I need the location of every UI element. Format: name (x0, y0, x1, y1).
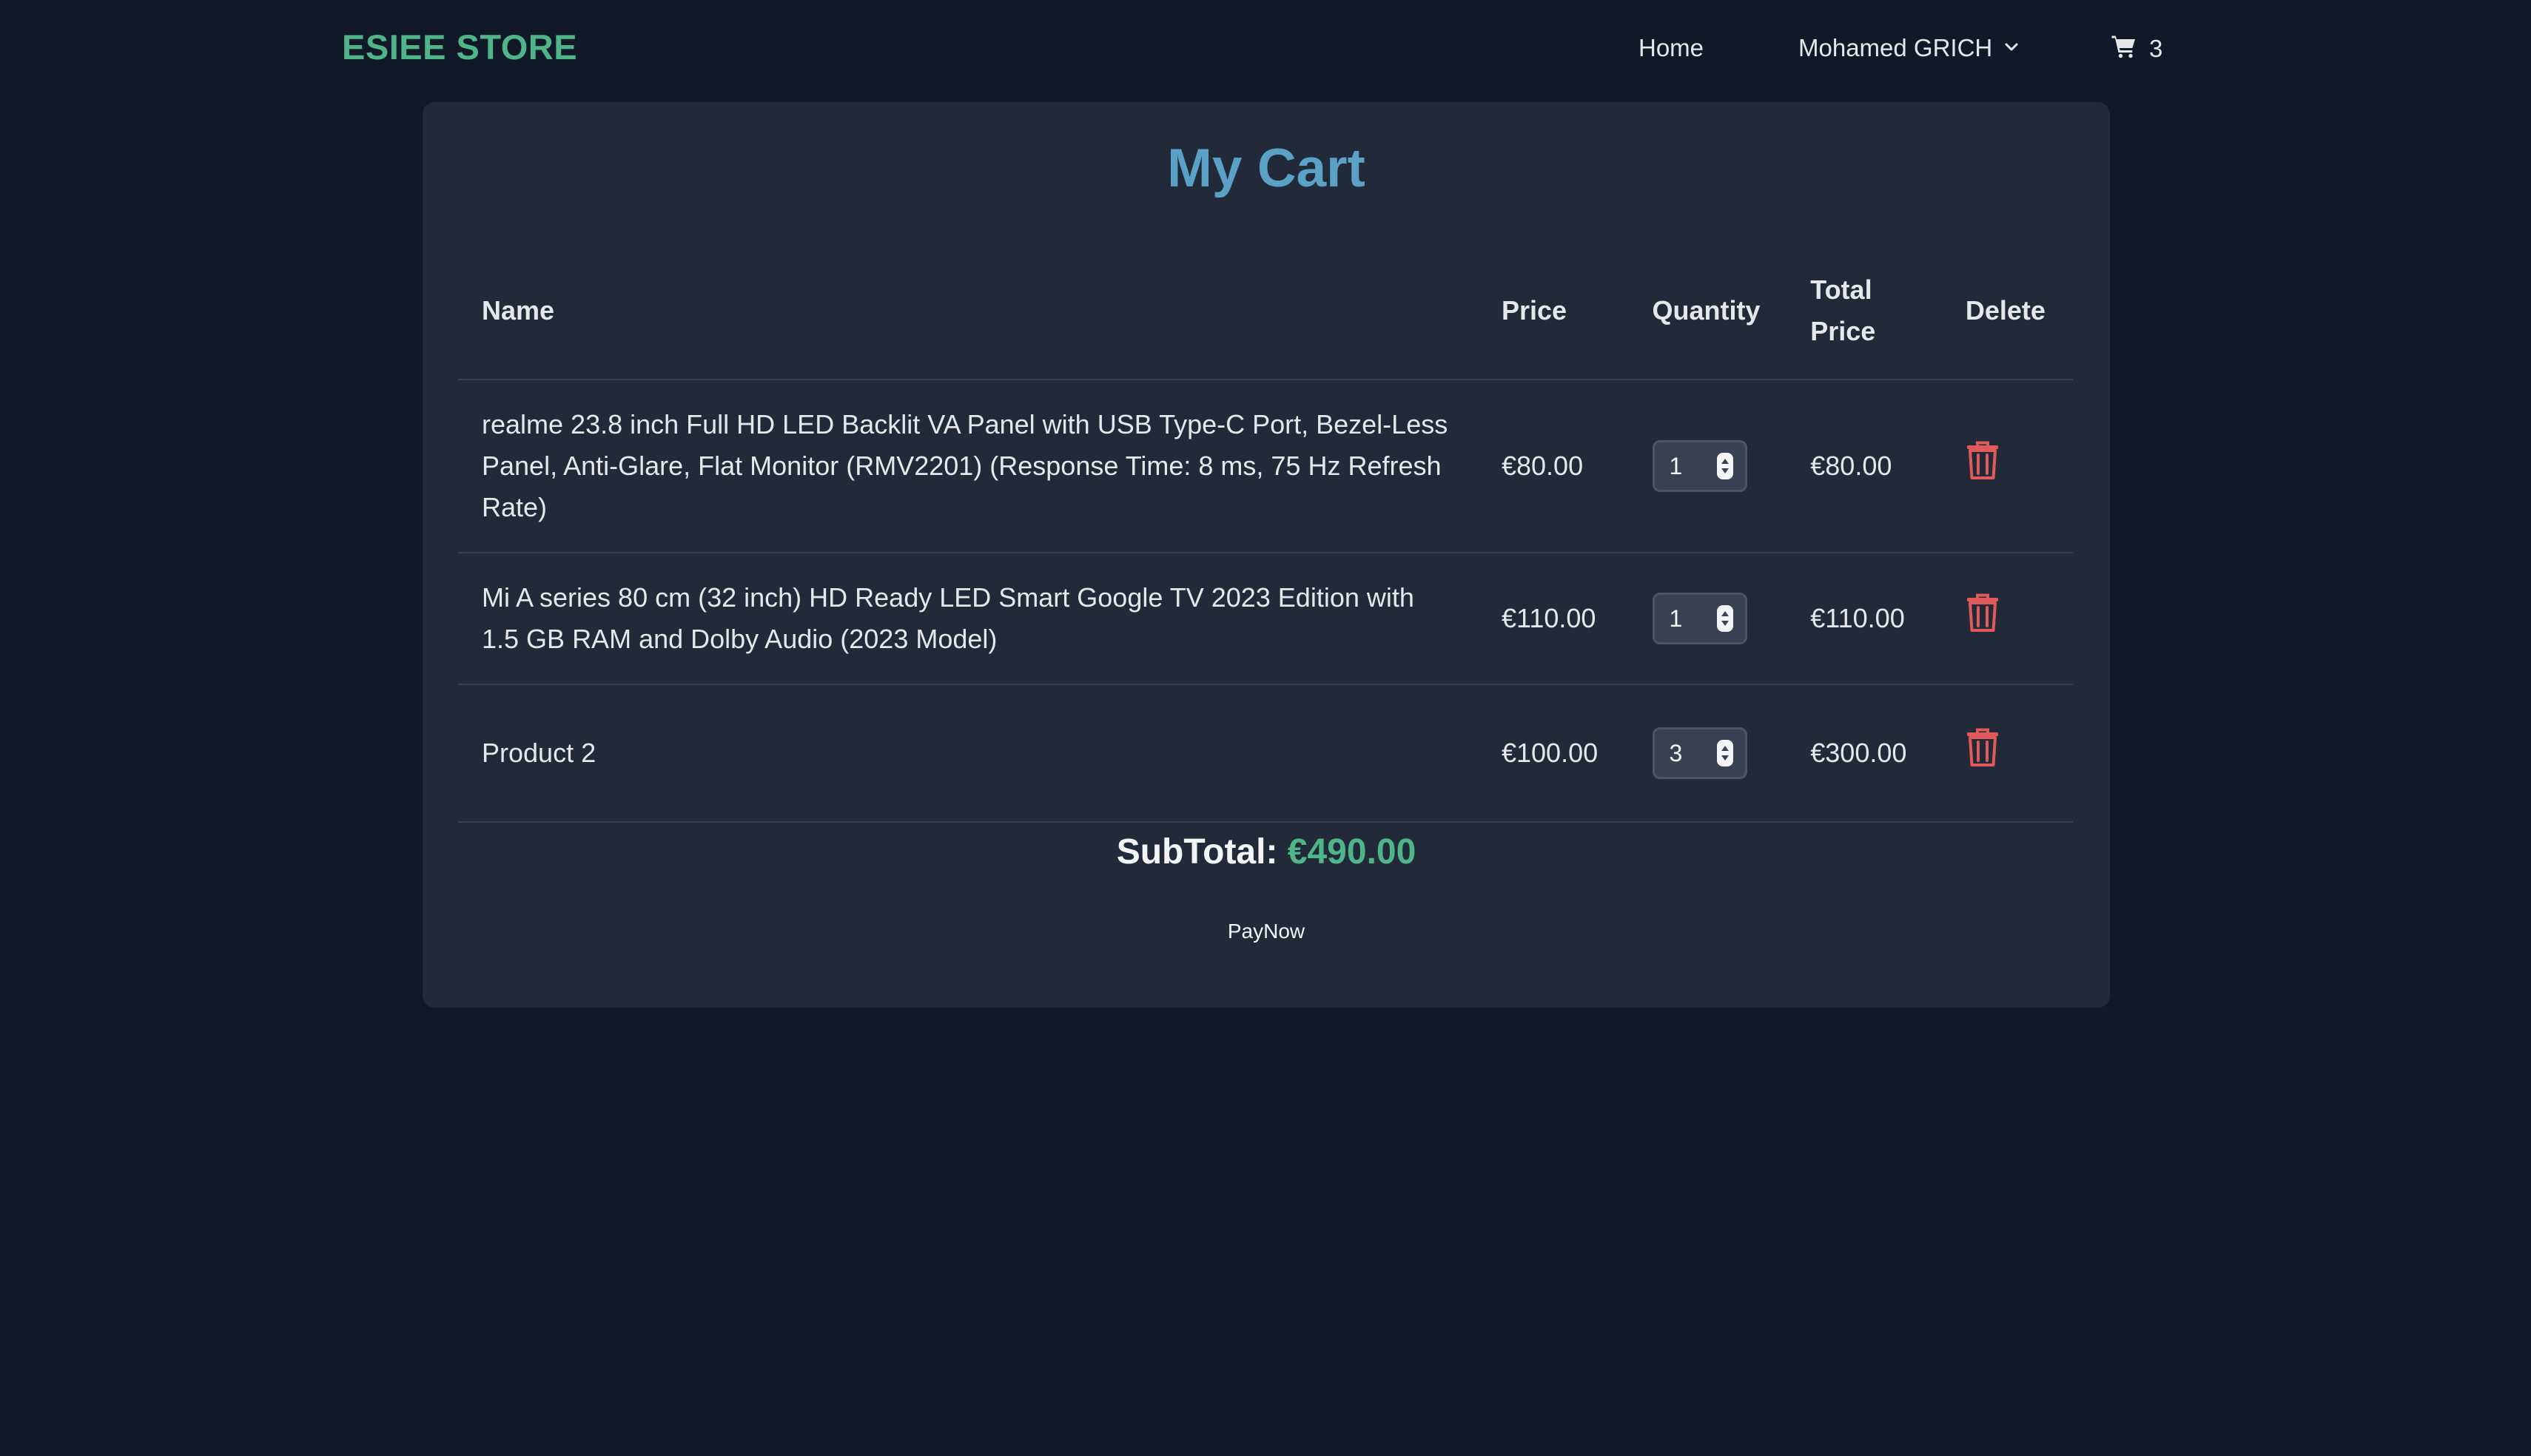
quantity-stepper[interactable]: 1 (1652, 440, 1747, 492)
quantity-value: 1 (1669, 605, 1683, 632)
quantity-value: 3 (1669, 740, 1683, 766)
table-row: Product 2 €100.00 3 €300.00 (458, 684, 2073, 823)
spinner-arrows-icon[interactable] (1716, 740, 1733, 766)
item-price: €80.00 (1477, 380, 1629, 553)
quantity-cell: 1 (1628, 553, 1787, 685)
nav-home-link[interactable]: Home (1638, 34, 1704, 62)
item-name: realme 23.8 inch Full HD LED Backlit VA … (458, 380, 1478, 553)
header-delete: Delete (1941, 243, 2073, 380)
item-name: Mi A series 80 cm (32 inch) HD Ready LED… (458, 553, 1478, 685)
item-total: €80.00 (1787, 380, 1942, 553)
quantity-stepper[interactable]: 1 (1652, 593, 1747, 644)
subtotal-amount: €490.00 (1287, 832, 1416, 872)
quantity-cell: 1 (1628, 380, 1787, 553)
header-total-price: Total Price (1787, 243, 1942, 380)
cart-link[interactable]: 3 (2111, 33, 2162, 65)
user-menu[interactable]: Mohamed GRICH (1798, 34, 2020, 62)
subtotal-label: SubTotal: (1116, 832, 1278, 872)
table-row: realme 23.8 inch Full HD LED Backlit VA … (458, 380, 2073, 553)
table-row: Mi A series 80 cm (32 inch) HD Ready LED… (458, 553, 2073, 685)
top-navbar: ESIEE STORE Home Mohamed GRICH 3 (0, 0, 2531, 99)
delete-cell (1941, 684, 2073, 823)
delete-cell (1941, 553, 2073, 685)
chevron-down-icon (2003, 34, 2020, 62)
item-total: €300.00 (1787, 684, 1942, 823)
trash-icon[interactable] (1966, 728, 2000, 766)
item-price: €100.00 (1477, 684, 1629, 823)
header-price: Price (1477, 243, 1629, 380)
cart-table: Name Price Quantity Total Price Delete r… (458, 243, 2073, 823)
brand-logo[interactable]: ESIEE STORE (342, 27, 577, 67)
table-header-row: Name Price Quantity Total Price Delete (458, 243, 2073, 380)
header-quantity: Quantity (1628, 243, 1787, 380)
pay-now-button[interactable]: PayNow (423, 919, 2110, 944)
delete-cell (1941, 380, 2073, 553)
item-price: €110.00 (1477, 553, 1629, 685)
spinner-arrows-icon[interactable] (1716, 605, 1733, 632)
quantity-value: 1 (1669, 453, 1683, 479)
page-title: My Cart (1167, 138, 1365, 198)
cart-card: My Cart Name Price Quantity Total Price … (423, 102, 2110, 1008)
trash-icon[interactable] (1966, 593, 2000, 632)
user-name: Mohamed GRICH (1798, 34, 1993, 61)
item-total: €110.00 (1787, 553, 1942, 685)
spinner-arrows-icon[interactable] (1716, 453, 1733, 479)
trash-icon[interactable] (1966, 441, 2000, 479)
cart-count: 3 (2149, 35, 2163, 62)
quantity-cell: 3 (1628, 684, 1787, 823)
shopping-cart-icon (2111, 33, 2137, 65)
header-name: Name (458, 243, 1478, 380)
item-name: Product 2 (458, 684, 1478, 823)
subtotal: SubTotal: €490.00 (423, 832, 2110, 872)
quantity-stepper[interactable]: 3 (1652, 727, 1747, 779)
